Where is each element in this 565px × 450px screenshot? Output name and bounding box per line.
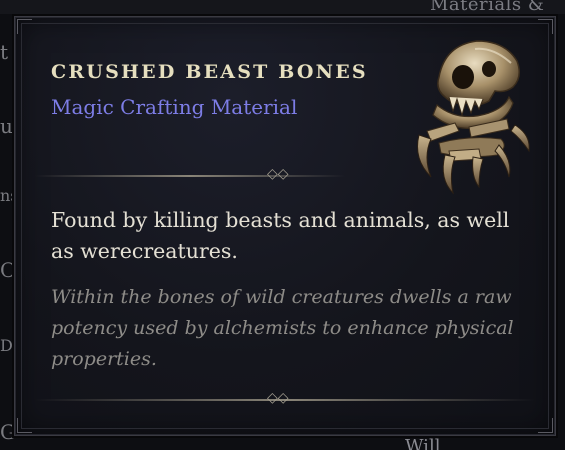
item-name: CRUSHED BEAST BONES: [51, 61, 368, 83]
game-screen: Materials & Will t u ns O Da G CRUSHED B…: [0, 0, 565, 450]
tooltip-corner: [538, 418, 553, 433]
item-tooltip: CRUSHED BEAST BONES Magic Crafting Mater…: [14, 16, 556, 436]
item-flavor-text: Within the bones of wild creatures dwell…: [51, 286, 514, 370]
tooltip-corner: [538, 19, 553, 34]
tooltip-corner: [17, 418, 32, 433]
beast-skull-bones-icon: [409, 27, 533, 195]
item-description: Found by killing beasts and animals, as …: [51, 208, 510, 263]
tooltip-divider: [35, 175, 345, 177]
divider-ornament-icon: ◇◇: [267, 390, 289, 406]
background-left-fragment: u: [0, 114, 13, 138]
divider-ornament-icon: ◇◇: [267, 166, 289, 182]
item-type: Magic Crafting Material: [51, 95, 298, 119]
background-left-fragment: t: [0, 40, 9, 64]
tooltip-corner: [17, 19, 32, 34]
background-bottom-label: Will: [405, 436, 441, 450]
background-tab-label: Materials &: [430, 0, 545, 15]
